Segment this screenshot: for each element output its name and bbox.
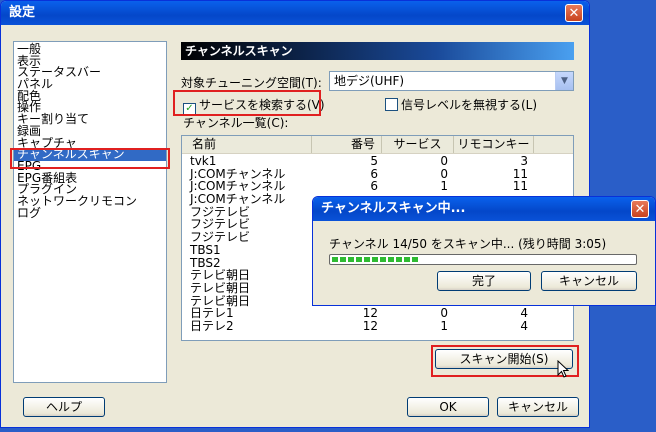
tuning-space-select[interactable]: 地デジ(UHF) ▼ xyxy=(329,71,574,91)
progress-block xyxy=(396,257,402,262)
ignore-signal-checkbox[interactable]: 信号レベルを無視する(L) xyxy=(385,96,537,113)
window-titlebar[interactable]: 設定 ✕ xyxy=(1,1,589,25)
progress-block xyxy=(412,257,418,262)
tuning-space-label: 対象チューニング空間(T): xyxy=(181,76,322,90)
sidebar-item[interactable]: ログ xyxy=(14,207,166,220)
cell-name: tvk1 xyxy=(190,154,217,168)
cell-remote-key: 4 xyxy=(520,306,528,321)
cell-service: 0 xyxy=(440,154,448,168)
panel-header: チャンネルスキャン xyxy=(181,42,574,60)
cell-name: J:COMチャンネル xyxy=(190,192,286,207)
cell-service: 1 xyxy=(440,318,448,333)
chevron-down-icon[interactable]: ▼ xyxy=(555,72,573,90)
cell-number: 12 xyxy=(362,318,378,333)
dialog-titlebar[interactable]: チャンネルスキャン中... ✕ xyxy=(313,197,655,221)
progress-block xyxy=(340,257,346,262)
cell-name: J:COMチャンネル xyxy=(190,166,286,181)
dialog-close-icon[interactable]: ✕ xyxy=(631,200,649,218)
cell-name: フジテレビ xyxy=(190,217,251,232)
table-row[interactable]: 日テレ2 12 1 4 xyxy=(182,320,573,333)
progress-block xyxy=(348,257,354,262)
cell-name: 日テレ2 xyxy=(190,318,234,333)
cell-remote-key: 11 xyxy=(512,166,528,181)
progress-block xyxy=(332,257,338,262)
cell-service: 1 xyxy=(440,179,448,194)
progress-fill xyxy=(332,257,418,262)
progress-block xyxy=(404,257,410,262)
column-remote-key[interactable]: リモコンキー xyxy=(454,136,534,153)
progress-block xyxy=(388,257,394,262)
cell-number: 6 xyxy=(370,179,378,194)
cell-number: 12 xyxy=(362,306,378,321)
scan-progress-dialog: チャンネルスキャン中... ✕ チャンネル 14/50 をスキャン中... (残… xyxy=(312,196,656,306)
cell-remote-key: 3 xyxy=(520,154,528,168)
cell-name: 日テレ1 xyxy=(190,306,234,321)
tuning-space-value: 地デジ(UHF) xyxy=(334,74,405,88)
cell-name: フジテレビ xyxy=(190,204,251,219)
progress-block xyxy=(372,257,378,262)
channel-list-header: 名前 番号 サービス リモコンキー xyxy=(182,136,573,154)
cell-name: TBS1 xyxy=(190,242,221,257)
checkbox-unchecked-icon[interactable] xyxy=(385,98,398,111)
cell-remote-key: 11 xyxy=(512,179,528,194)
progress-block xyxy=(364,257,370,262)
cell-service: 0 xyxy=(440,166,448,181)
help-button[interactable]: ヘルプ xyxy=(23,397,105,417)
progress-block xyxy=(380,257,386,262)
ok-button[interactable]: OK xyxy=(407,397,489,417)
column-number[interactable]: 番号 xyxy=(312,136,382,153)
ignore-signal-label: 信号レベルを無視する(L) xyxy=(401,98,538,112)
scan-progress-bar xyxy=(329,254,637,265)
done-button[interactable]: 完了 xyxy=(437,271,531,291)
cell-service: 0 xyxy=(440,306,448,321)
cell-name: J:COMチャンネル xyxy=(190,179,286,194)
dialog-title: チャンネルスキャン中... xyxy=(321,201,466,216)
table-row[interactable]: tvk1 5 0 3 xyxy=(182,155,573,168)
cell-name: テレビ朝日 xyxy=(190,280,251,295)
progress-block xyxy=(356,257,362,262)
cell-name: テレビ朝日 xyxy=(190,293,251,308)
settings-category-list[interactable]: 一般 表示 ステータスバー パネル 配色 操作 キー割り当て 録画 キャプチャ チャンネルスキャン… xyxy=(13,41,167,383)
cell-name: TBS2 xyxy=(190,255,221,270)
cell-remote-key: 4 xyxy=(520,318,528,333)
cell-name: フジテレビ xyxy=(190,230,251,245)
column-name[interactable]: 名前 xyxy=(182,136,312,153)
window-title: 設定 xyxy=(9,5,36,20)
highlight-frame xyxy=(10,148,170,169)
close-icon[interactable]: ✕ xyxy=(565,4,583,22)
cell-name: テレビ朝日 xyxy=(190,268,251,283)
scan-status-text: チャンネル 14/50 をスキャン中... (残り時間 3:05) xyxy=(329,237,607,251)
cell-number: 5 xyxy=(370,154,378,168)
cancel-button[interactable]: キャンセル xyxy=(497,397,579,417)
mouse-pointer-icon xyxy=(557,360,569,378)
dialog-cancel-button[interactable]: キャンセル xyxy=(541,271,637,291)
column-service[interactable]: サービス xyxy=(382,136,454,153)
highlight-frame xyxy=(173,90,321,116)
cell-number: 6 xyxy=(370,166,378,181)
channel-list-label: チャンネル一覧(C): xyxy=(183,116,289,130)
